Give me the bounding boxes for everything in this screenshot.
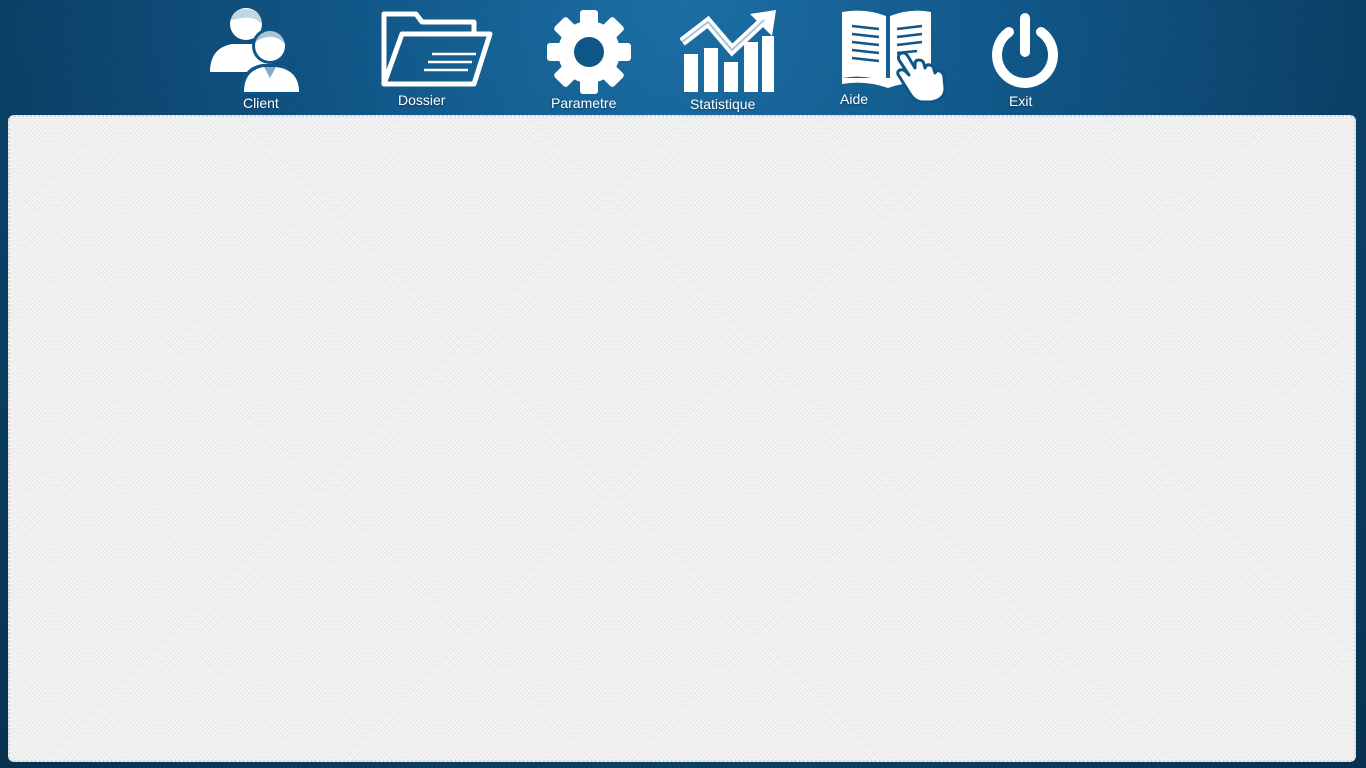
- top-toolbar: Client Dossier Parametre Statistique Aid…: [0, 0, 1366, 115]
- nav-parametre-label: Parametre: [551, 95, 617, 111]
- nav-dossier-label: Dossier: [398, 92, 446, 108]
- nav-exit-button[interactable]: Exit: [985, 0, 1065, 115]
- gear-icon: [547, 10, 631, 94]
- users-icon: [210, 8, 302, 94]
- power-icon: [992, 13, 1058, 88]
- nav-aide-label: Aide: [840, 91, 869, 107]
- main-content-panel: [8, 115, 1356, 762]
- book-hand-icon: [842, 10, 947, 103]
- nav-client-button[interactable]: Client: [200, 0, 310, 115]
- nav-statistique-button[interactable]: Statistique: [675, 0, 785, 115]
- nav-exit-label: Exit: [1009, 93, 1033, 109]
- chart-up-icon: [680, 10, 776, 92]
- folder-open-icon: [381, 11, 493, 87]
- nav-parametre-button[interactable]: Parametre: [540, 0, 640, 115]
- nav-client-label: Client: [243, 95, 279, 111]
- nav-aide-button[interactable]: Aide: [835, 0, 955, 115]
- nav-dossier-button[interactable]: Dossier: [375, 0, 500, 115]
- nav-statistique-label: Statistique: [690, 96, 756, 112]
